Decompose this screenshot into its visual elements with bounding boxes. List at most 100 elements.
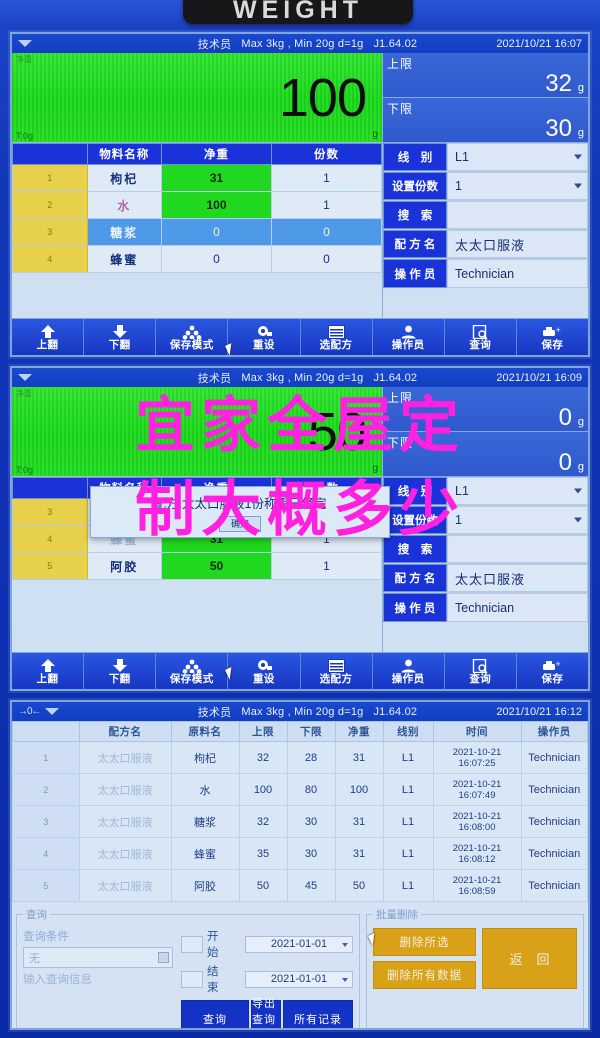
button-page-down[interactable]: 下翻 bbox=[84, 653, 157, 689]
table-row-selected[interactable]: 3 糖浆 0 0 bbox=[12, 218, 382, 246]
col-net[interactable]: 净重 bbox=[334, 721, 384, 742]
end-date-checkbox[interactable] bbox=[181, 970, 203, 988]
search-input[interactable] bbox=[447, 535, 588, 563]
cell-upper: 35 bbox=[238, 837, 288, 870]
lower-limit-box-2: 下限 0 g bbox=[383, 432, 588, 477]
cell-date-part: 2021-10-21 bbox=[452, 874, 502, 886]
field-operator-value[interactable]: Technician bbox=[447, 593, 588, 622]
field-portions-value[interactable]: 1 bbox=[447, 172, 588, 200]
field-line-text: L1 bbox=[455, 150, 469, 164]
upper-limit-label: 上限 bbox=[387, 391, 414, 405]
field-search: 搜 索 bbox=[383, 201, 588, 230]
table-row[interactable]: 4 太太口服液 蜂蜜 35 30 31 L1 2021-10-21 16:08:… bbox=[12, 837, 588, 870]
field-portions-value[interactable]: 1 bbox=[447, 506, 588, 534]
start-date-picker[interactable]: 2021-01-01 bbox=[245, 935, 353, 953]
search-input[interactable] bbox=[447, 201, 588, 229]
firmware-label: J1.64.02 bbox=[373, 705, 418, 718]
col-lower[interactable]: 下限 bbox=[286, 721, 336, 742]
table-row[interactable]: 1 太太口服液 枸杞 32 28 31 L1 2021-10-21 16:07:… bbox=[12, 741, 588, 774]
col-line[interactable]: 线别 bbox=[382, 721, 434, 742]
operator-role-label: 技术员 bbox=[197, 38, 232, 51]
export-results-button[interactable]: 导出查询结果 bbox=[251, 998, 281, 1028]
chevron-down-icon[interactable] bbox=[574, 183, 582, 189]
button-select-recipe[interactable]: 选配方 bbox=[300, 653, 373, 689]
back-button[interactable]: 返回 bbox=[482, 928, 577, 989]
cell-material: 糖浆 bbox=[170, 805, 240, 838]
cell-line: L1 bbox=[382, 773, 434, 806]
button-query[interactable]: 查询 bbox=[444, 653, 517, 689]
button-select-recipe[interactable]: 选配方 bbox=[300, 319, 373, 355]
cell-upper: 50 bbox=[238, 869, 288, 902]
arrow-up-icon bbox=[40, 324, 56, 339]
chevron-down-icon[interactable] bbox=[342, 942, 348, 947]
chevron-down-icon[interactable] bbox=[342, 977, 348, 982]
col-recipe[interactable]: 配方名 bbox=[78, 721, 172, 742]
query-input[interactable]: 输入查询信息 bbox=[23, 971, 173, 987]
cell-lower: 28 bbox=[286, 741, 336, 774]
field-operator-value[interactable]: Technician bbox=[447, 259, 588, 288]
search-button[interactable]: 查询 bbox=[181, 1000, 249, 1028]
all-records-button[interactable]: 所有记录 bbox=[283, 1000, 353, 1028]
chevron-down-icon[interactable] bbox=[574, 517, 582, 523]
button-save-mode[interactable]: 保存模式 bbox=[156, 653, 229, 689]
button-operator[interactable]: 操作员 bbox=[372, 653, 445, 689]
button-page-up[interactable]: 上翻 bbox=[12, 319, 85, 355]
cell-recipe: 太太口服液 bbox=[78, 837, 172, 870]
query-condition-select[interactable]: 无 bbox=[23, 947, 173, 968]
field-line: 线 别 L1 bbox=[383, 143, 588, 172]
table-header-row: 配方名 原料名 上限 下限 净重 线别 时间 操作员 bbox=[12, 721, 588, 742]
field-line-value[interactable]: L1 bbox=[447, 143, 588, 171]
button-save-mode[interactable]: 保存模式 bbox=[156, 319, 229, 355]
button-query[interactable]: 查询 bbox=[444, 319, 517, 355]
records-table: 配方名 原料名 上限 下限 净重 线别 时间 操作员 1 太太口服液 枸杞 32… bbox=[12, 721, 588, 902]
cell-material: 枸杞 bbox=[170, 741, 240, 774]
table-row[interactable]: 1 枸杞 31 1 bbox=[12, 164, 382, 192]
field-recipe: 配 方 名 太太口服液 bbox=[383, 564, 588, 593]
field-operator-label: 操 作 员 bbox=[383, 593, 447, 622]
field-line-text: L1 bbox=[455, 484, 469, 498]
start-date-checkbox[interactable] bbox=[181, 935, 203, 953]
chevron-down-icon[interactable] bbox=[574, 154, 582, 160]
chevron-down-icon[interactable] bbox=[574, 488, 582, 494]
button-operator[interactable]: 操作员 bbox=[372, 319, 445, 355]
end-date-picker[interactable]: 2021-01-01 bbox=[245, 970, 353, 988]
field-recipe-value[interactable]: 太太口服液 bbox=[447, 564, 588, 592]
button-reset[interactable]: 重设 bbox=[228, 319, 301, 355]
table-row[interactable]: 2 太太口服液 水 100 80 100 L1 2021-10-21 16:07… bbox=[12, 773, 588, 806]
col-upper[interactable]: 上限 bbox=[238, 721, 288, 742]
button-save[interactable]: + 保存 bbox=[516, 319, 588, 355]
button-page-up[interactable]: 上翻 bbox=[12, 653, 85, 689]
cell-operator: Technician bbox=[520, 869, 588, 902]
chevron-down-icon[interactable] bbox=[158, 952, 169, 963]
table-row[interactable]: 5 阿胶 50 1 bbox=[12, 552, 382, 580]
table-row[interactable]: 3 太太口服液 糖浆 32 30 31 L1 2021-10-21 16:08:… bbox=[12, 805, 588, 838]
col-count: 份数 bbox=[271, 143, 382, 165]
field-line-value[interactable]: L1 bbox=[447, 477, 588, 505]
col-time[interactable]: 时间 bbox=[432, 721, 522, 742]
button-reset[interactable]: 重设 bbox=[228, 653, 301, 689]
cell-material-name: 糖浆 bbox=[86, 218, 162, 246]
dialog-ok-button[interactable]: 确定 bbox=[219, 515, 261, 532]
weighing-screen-2: 技术员 Max 3kg , Min 20g d=1g J1.64.02 2021… bbox=[10, 366, 590, 691]
delete-all-button[interactable]: 删除所有数据 bbox=[373, 961, 476, 989]
firmware-label: J1.64.02 bbox=[373, 37, 418, 50]
button-save[interactable]: + 保存 bbox=[516, 653, 588, 689]
col-operator[interactable]: 操作员 bbox=[520, 721, 588, 742]
col-material[interactable]: 原料名 bbox=[170, 721, 240, 742]
completion-dialog: 配方:太太口服液1份称重已经完 确定 bbox=[90, 486, 390, 538]
row-index: 1 bbox=[12, 164, 88, 192]
query-group: 查询 查询条件 无 输入查询信息 开 始 2021-01-01 结 束 2021… bbox=[16, 907, 360, 1028]
field-recipe-value[interactable]: 太太口服液 bbox=[447, 230, 588, 258]
table-row[interactable]: 5 太太口服液 阿胶 50 45 50 L1 2021-10-21 16:08:… bbox=[12, 869, 588, 902]
button-page-down[interactable]: 下翻 bbox=[84, 319, 157, 355]
table-row[interactable]: 4 蜂蜜 0 0 bbox=[12, 245, 382, 273]
cell-lower: 80 bbox=[286, 773, 336, 806]
delete-selected-button[interactable]: 删除所选 bbox=[373, 928, 476, 956]
cell-material: 水 bbox=[170, 773, 240, 806]
cell-operator: Technician bbox=[520, 805, 588, 838]
cell-line: L1 bbox=[382, 741, 434, 774]
user-icon bbox=[400, 658, 417, 673]
capacity-spec-label: Max 3kg , Min 20g d=1g bbox=[241, 705, 364, 718]
row-index: 4 bbox=[12, 525, 88, 553]
table-row[interactable]: 2 水 100 1 bbox=[12, 191, 382, 219]
